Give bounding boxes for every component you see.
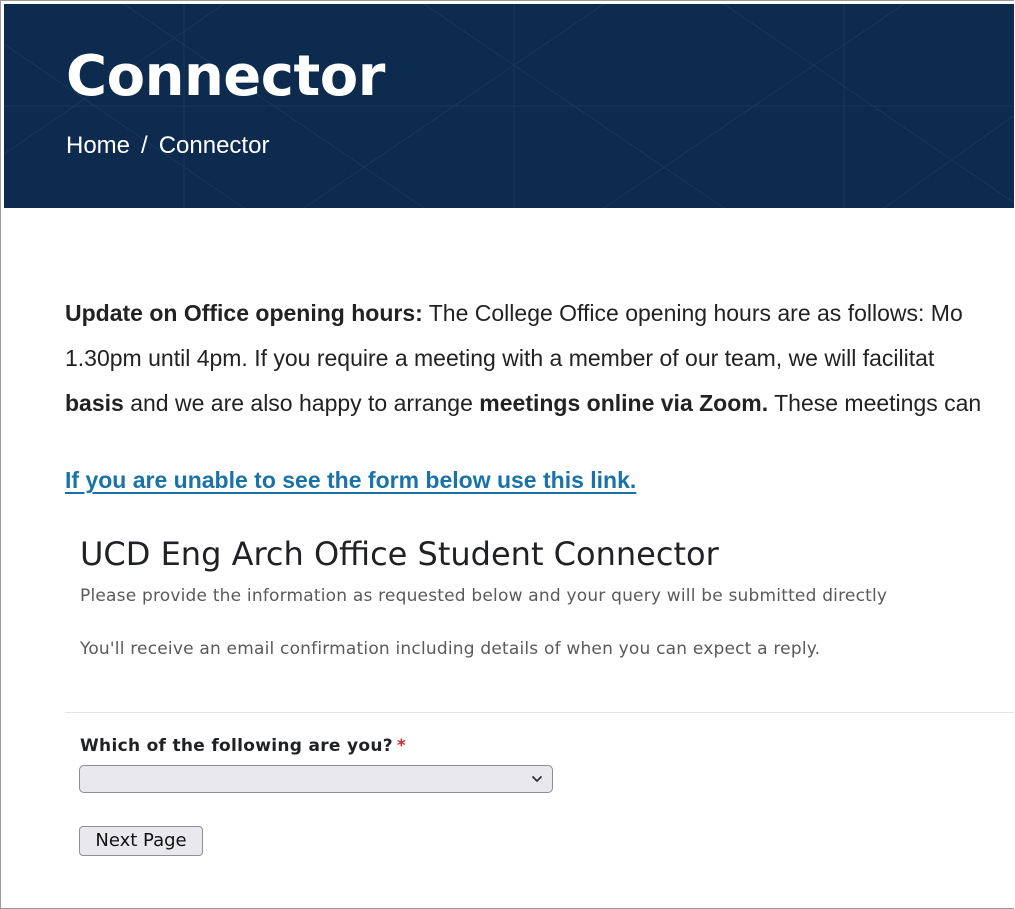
question-text: Which of the following are you? [80,736,393,756]
form-confirmation-note: You'll receive an email confirmation inc… [80,639,821,659]
form-divider [65,712,1014,713]
next-page-button[interactable]: Next Page [79,826,203,856]
notice-line-2: 1.30pm until 4pm. If you require a meeti… [65,336,1014,381]
page-title: Connector [66,44,385,109]
page-frame: Connector Home / Connector Update on Offic… [0,0,1014,909]
notice-heading: Update on Office opening hours: [65,300,423,326]
breadcrumb-current: Connector [158,132,270,159]
form-description: Please provide the information as reques… [80,586,888,606]
breadcrumb: Home / Connector [66,131,269,161]
notice-line-3-text-b: These meetings can [768,390,982,416]
breadcrumb-separator: / [141,132,148,159]
notice-bold-basis: basis [65,390,124,416]
chevron-down-icon [532,776,542,782]
question-label: Which of the following are you? * [80,734,406,758]
notice-line-2-text: 1.30pm until 4pm. If you require a meeti… [65,345,935,371]
notice-line-1-text: The College Office opening hours are as … [422,300,963,326]
required-marker: * [396,736,407,756]
notice-bold-zoom: meetings online via Zoom. [479,390,769,416]
role-select[interactable] [79,765,553,793]
breadcrumb-home-link[interactable]: Home [66,132,130,159]
notice-line-3-text-a: and we are also happy to arrange [123,390,480,416]
opening-hours-notice: Update on Office opening hours: The Coll… [65,291,1014,426]
alternate-form-link[interactable]: If you are unable to see the form below … [65,463,636,497]
form-title: UCD Eng Arch Office Student Connector [80,535,719,573]
notice-line-3: basis and we are also happy to arrange m… [65,381,1014,426]
page-header-banner: Connector Home / Connector [4,4,1014,208]
notice-line-1: Update on Office opening hours: The Coll… [65,291,1014,336]
